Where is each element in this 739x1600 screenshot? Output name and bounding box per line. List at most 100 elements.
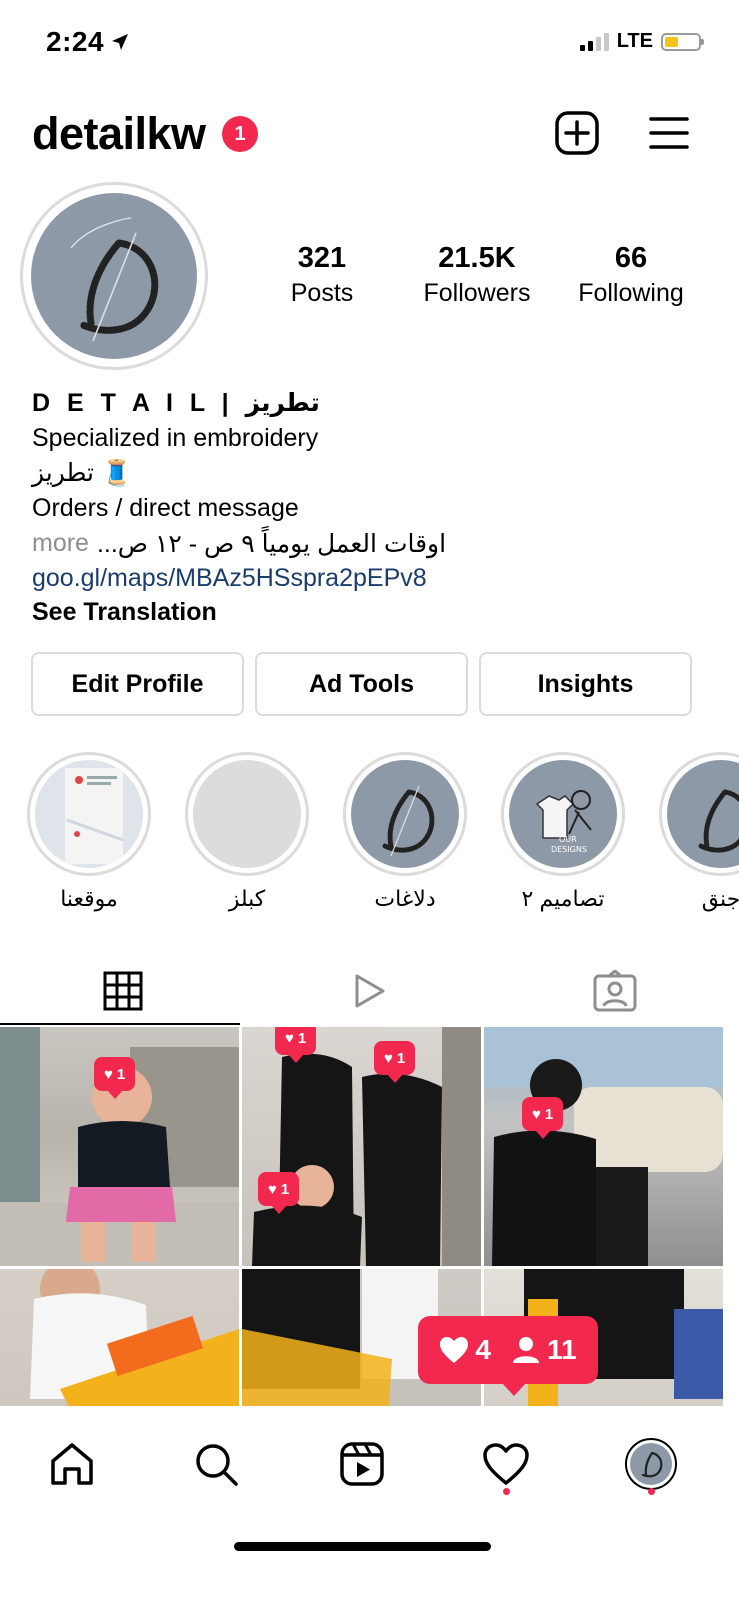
logo-d-icon: [641, 1451, 663, 1478]
bio-website-link[interactable]: goo.gl/maps/MBAz5HSspra2pEPv8: [32, 564, 427, 593]
logo-d-icon: [698, 789, 739, 853]
edit-profile-button[interactable]: Edit Profile: [31, 652, 244, 716]
post-like-bubble: ♥ 1: [374, 1041, 416, 1083]
network-label: LTE: [616, 30, 653, 52]
post-like-bubble: ♥ 1: [94, 1057, 136, 1099]
followers-label: Followers: [423, 279, 531, 307]
nav-home[interactable]: [42, 1434, 102, 1494]
nav-profile[interactable]: [621, 1434, 681, 1494]
following-label: Following: [578, 279, 684, 307]
bio-line-1: Specialized in embroidery: [32, 424, 319, 452]
post-photo-boy-car: [484, 1027, 723, 1266]
post-like-count: 1: [396, 1049, 406, 1067]
tab-tagged[interactable]: [492, 958, 738, 1024]
status-time: 2:24: [46, 26, 130, 58]
highlight-label: موقعنا: [60, 886, 118, 911]
followers-count: 21.5K: [438, 242, 516, 274]
tab-grid[interactable]: [0, 958, 246, 1024]
tagged-user-icon: [593, 970, 637, 1012]
post-like-count: 1: [280, 1180, 290, 1198]
plus-square-icon: [555, 111, 599, 155]
posts-count: 321: [297, 242, 347, 274]
map-thumbnail-icon: [65, 768, 124, 864]
heart-icon: ♥: [268, 1180, 277, 1198]
activity-likes: 4: [439, 1334, 491, 1366]
post-thumbnail[interactable]: ♥ 1: [0, 1027, 239, 1266]
notification-badge[interactable]: 1: [222, 116, 258, 152]
followers-stat[interactable]: 21.5K Followers: [412, 242, 542, 308]
create-post-button[interactable]: [554, 110, 600, 161]
nav-search[interactable]: [186, 1434, 246, 1494]
highlight-couples[interactable]: كبلز: [185, 752, 309, 912]
bio-hours-text: اوقات العمل يومياً ٩ ص - ١٢ ص...: [96, 530, 447, 558]
post-like-count: 1: [544, 1105, 554, 1123]
bio-more-button[interactable]: more: [32, 529, 89, 559]
post-like-count: 1: [116, 1065, 126, 1083]
heart-icon: [440, 1337, 469, 1363]
activity-follows: 11: [511, 1334, 577, 1366]
heart-icon: ♥: [104, 1065, 113, 1083]
profile-avatar[interactable]: [20, 182, 208, 370]
play-icon: [355, 974, 385, 1008]
status-indicators: LTE: [579, 30, 704, 53]
post-photo-three-children: [252, 1027, 481, 1266]
bio-line-3: Orders / direct message: [32, 494, 299, 522]
activity-notification-bubble[interactable]: 4 11: [418, 1316, 598, 1396]
grid-icon: [103, 971, 143, 1011]
active-tab-indicator: [0, 1023, 240, 1025]
highlight-5[interactable]: جنق: [659, 752, 739, 912]
highlight-bibs[interactable]: دلاغات: [343, 752, 467, 912]
bio-line-4: more اوقات العمل يومياً ٩ ص - ١٢ ص...: [32, 529, 446, 559]
posts-label: Posts: [290, 279, 354, 307]
heart-icon: ♥: [285, 1029, 294, 1047]
status-time-text: 2:24: [46, 26, 105, 57]
activity-dot: [503, 1488, 510, 1495]
nav-activity[interactable]: [476, 1434, 536, 1494]
designs-illustration-icon: OUR DESIGNS: [535, 790, 592, 854]
highlight-label: كبلز: [228, 886, 266, 911]
profile-dot: [648, 1488, 655, 1495]
post-thumbnail[interactable]: ♥ 1: [484, 1027, 723, 1266]
following-stat[interactable]: 66 Following: [566, 242, 696, 308]
bottom-navigation: [0, 1406, 739, 1600]
heart-icon: ♥: [532, 1105, 541, 1123]
tab-reels[interactable]: [246, 958, 492, 1024]
post-like-bubble: ♥ 1: [258, 1172, 300, 1214]
insights-button[interactable]: Insights: [479, 652, 692, 716]
post-like-bubble: ♥ 1: [275, 1027, 317, 1063]
hamburger-menu-icon: [649, 117, 689, 149]
heart-icon: [483, 1443, 529, 1485]
reels-icon: [340, 1442, 384, 1486]
post-like-count: 1: [297, 1029, 307, 1047]
svg-text:OUR: OUR: [559, 835, 577, 844]
heart-icon: ♥: [384, 1049, 393, 1067]
activity-follows-count: 11: [546, 1334, 577, 1365]
search-icon: [196, 1444, 238, 1486]
menu-button[interactable]: [648, 114, 690, 157]
profile-username[interactable]: detailkw: [32, 108, 206, 160]
ad-tools-button[interactable]: Ad Tools: [255, 652, 468, 716]
signal-icon: [579, 32, 609, 51]
location-arrow-icon: [112, 34, 129, 50]
highlight-location[interactable]: موقعنا: [27, 752, 151, 912]
logo-d-icon: [70, 217, 159, 342]
person-icon: [512, 1337, 539, 1363]
bio-line-2: تطريز 🧵: [32, 459, 133, 487]
highlight-label: دلاغات: [374, 886, 436, 911]
highlight-label: جنق: [701, 886, 739, 911]
see-translation-link[interactable]: See Translation: [32, 598, 217, 627]
posts-stat[interactable]: 321 Posts: [272, 242, 372, 308]
profile-avatar-small: [625, 1438, 677, 1490]
highlight-designs-2[interactable]: OUR DESIGNS تصاميم ٢: [501, 752, 625, 912]
svg-text:DESIGNS: DESIGNS: [551, 845, 587, 854]
following-count: 66: [614, 242, 648, 274]
nav-reels[interactable]: [332, 1434, 392, 1494]
post-like-bubble: ♥ 1: [522, 1097, 564, 1139]
battery-icon: [661, 32, 704, 51]
highlight-label: تصاميم ٢: [521, 886, 605, 911]
home-icon: [51, 1443, 93, 1485]
post-thumbnail[interactable]: ♥ 1 ♥ 1 ♥ 1: [242, 1027, 481, 1266]
logo-d-icon: [382, 785, 435, 857]
home-indicator: [234, 1542, 491, 1551]
activity-likes-count: 4: [475, 1334, 491, 1365]
